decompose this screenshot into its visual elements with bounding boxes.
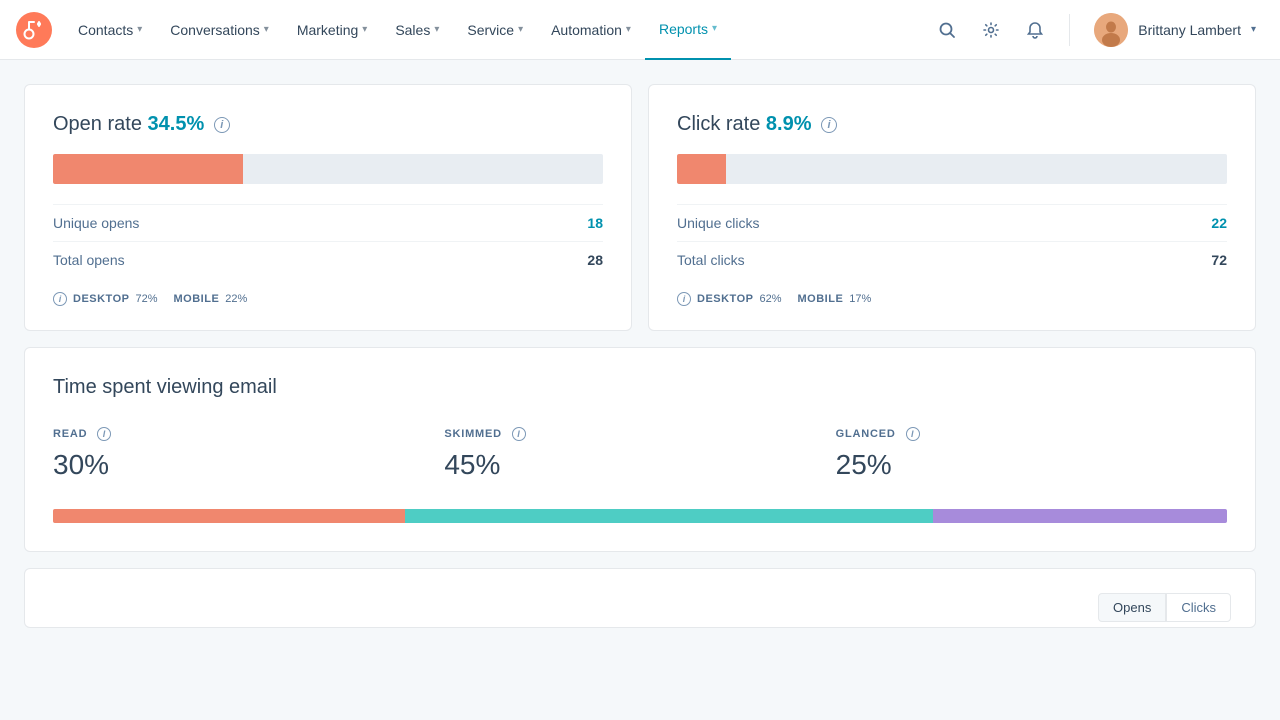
chevron-down-icon: ▾: [264, 24, 269, 35]
chevron-down-icon: ▾: [518, 24, 523, 35]
user-menu[interactable]: Brittany Lambert ▾: [1086, 9, 1264, 51]
notifications-button[interactable]: [1017, 12, 1053, 48]
click-desktop-pct: 62%: [759, 293, 781, 305]
read-value: 30%: [53, 449, 444, 481]
open-desktop-label: DESKTOP: [73, 293, 129, 305]
nav-sales[interactable]: Sales ▾: [381, 0, 453, 60]
open-rate-title: Open rate 34.5% i: [53, 113, 603, 136]
stacked-bar: [53, 509, 1227, 523]
click-device-info-icon[interactable]: i: [677, 292, 691, 306]
click-rate-bar-fill: [677, 154, 726, 184]
nav-automation[interactable]: Automation ▾: [537, 0, 645, 60]
open-mobile-label: MOBILE: [174, 293, 220, 305]
glanced-label: GLANCED: [836, 428, 896, 440]
time-metrics: READ i 30% SKIMMED i 45% GLANCED i 25%: [53, 427, 1227, 481]
skimmed-value: 45%: [444, 449, 835, 481]
total-clicks-row: Total clicks 72: [677, 241, 1227, 278]
nav-divider: [1069, 14, 1070, 46]
read-info-icon[interactable]: i: [97, 427, 111, 441]
unique-opens-row: Unique opens 18: [53, 204, 603, 241]
avatar: [1094, 13, 1128, 47]
unique-clicks-value: 22: [1211, 215, 1227, 231]
click-mobile-pct: 17%: [849, 293, 871, 305]
chevron-down-icon: ▾: [362, 24, 367, 35]
chevron-down-icon: ▾: [1251, 24, 1256, 35]
hubspot-logo[interactable]: [16, 12, 52, 48]
read-bar-segment: [53, 509, 405, 523]
total-clicks-label: Total clicks: [677, 252, 745, 268]
nav-items: Contacts ▾ Conversations ▾ Marketing ▾ S…: [64, 0, 929, 60]
unique-opens-value: 18: [587, 215, 603, 231]
opens-toggle-button[interactable]: Opens: [1098, 593, 1166, 622]
read-label-row: READ i: [53, 427, 444, 441]
glanced-bar-segment: [933, 509, 1227, 523]
nav-reports[interactable]: Reports ▾: [645, 0, 731, 60]
settings-button[interactable]: [973, 12, 1009, 48]
chevron-down-icon: ▾: [434, 24, 439, 35]
click-rate-title: Click rate 8.9% i: [677, 113, 1227, 136]
total-clicks-value: 72: [1211, 252, 1227, 268]
read-metric: READ i 30%: [53, 427, 444, 481]
unique-opens-label: Unique opens: [53, 215, 139, 231]
nav-service[interactable]: Service ▾: [453, 0, 537, 60]
navbar: Contacts ▾ Conversations ▾ Marketing ▾ S…: [0, 0, 1280, 60]
total-opens-label: Total opens: [53, 252, 125, 268]
skimmed-label-row: SKIMMED i: [444, 427, 835, 441]
total-opens-row: Total opens 28: [53, 241, 603, 278]
top-row: Open rate 34.5% i Unique opens 18 Total …: [24, 84, 1256, 331]
chevron-down-icon: ▾: [626, 24, 631, 35]
open-rate-device-info: i DESKTOP 72% MOBILE 22%: [53, 292, 603, 306]
time-spent-title: Time spent viewing email: [53, 376, 1227, 399]
device-info-icon[interactable]: i: [53, 292, 67, 306]
total-opens-value: 28: [587, 252, 603, 268]
user-name: Brittany Lambert: [1138, 22, 1241, 38]
skimmed-metric: SKIMMED i 45%: [444, 427, 835, 481]
unique-clicks-label: Unique clicks: [677, 215, 759, 231]
nav-conversations[interactable]: Conversations ▾: [156, 0, 283, 60]
time-spent-card: Time spent viewing email READ i 30% SKIM…: [24, 347, 1256, 552]
bottom-card: Opens Clicks: [24, 568, 1256, 628]
skimmed-label: SKIMMED: [444, 428, 502, 440]
glanced-info-icon[interactable]: i: [906, 427, 920, 441]
click-rate-progress-bar: [677, 154, 1227, 184]
open-rate-bar-fill: [53, 154, 243, 184]
nav-right: Brittany Lambert ▾: [929, 9, 1264, 51]
open-rate-info-icon[interactable]: i: [214, 117, 230, 133]
click-mobile-label: MOBILE: [798, 293, 844, 305]
search-button[interactable]: [929, 12, 965, 48]
click-rate-device-info: i DESKTOP 62% MOBILE 17%: [677, 292, 1227, 306]
glanced-label-row: GLANCED i: [836, 427, 1227, 441]
nav-marketing[interactable]: Marketing ▾: [283, 0, 382, 60]
click-rate-info-icon[interactable]: i: [821, 117, 837, 133]
chevron-down-icon: ▾: [137, 24, 142, 35]
glanced-value: 25%: [836, 449, 1227, 481]
clicks-toggle-button[interactable]: Clicks: [1166, 593, 1231, 622]
main-content: Open rate 34.5% i Unique opens 18 Total …: [0, 60, 1280, 652]
opens-clicks-toggle: Opens Clicks: [1098, 593, 1231, 622]
skimmed-info-icon[interactable]: i: [512, 427, 526, 441]
open-mobile-pct: 22%: [225, 293, 247, 305]
open-rate-value: 34.5%: [148, 113, 205, 135]
open-rate-progress-bar: [53, 154, 603, 184]
click-desktop-label: DESKTOP: [697, 293, 753, 305]
chevron-down-icon: ▾: [712, 23, 717, 34]
unique-clicks-row: Unique clicks 22: [677, 204, 1227, 241]
open-desktop-pct: 72%: [135, 293, 157, 305]
glanced-metric: GLANCED i 25%: [836, 427, 1227, 481]
read-label: READ: [53, 428, 87, 440]
open-rate-card: Open rate 34.5% i Unique opens 18 Total …: [24, 84, 632, 331]
skimmed-bar-segment: [405, 509, 933, 523]
click-rate-card: Click rate 8.9% i Unique clicks 22 Total…: [648, 84, 1256, 331]
nav-contacts[interactable]: Contacts ▾: [64, 0, 156, 60]
click-rate-value: 8.9%: [766, 113, 812, 135]
